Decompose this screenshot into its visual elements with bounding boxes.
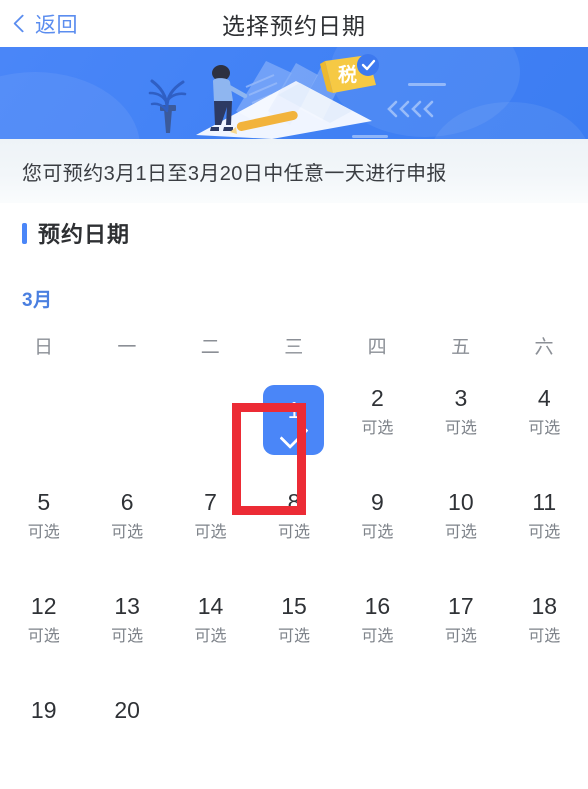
day-number: 6 [120,489,134,515]
weekday-label-3: 三 [284,337,304,358]
day-availability-label: 可选 [361,420,394,437]
day-number: 14 [197,593,224,619]
day-number: 20 [114,697,140,723]
calendar-day-5[interactable]: 5 可选 [2,477,85,581]
calendar-day-2[interactable]: 2 可选 [336,373,419,477]
day-number: 13 [114,593,140,619]
section-header: 预约日期 [0,203,588,263]
calendar-day-3[interactable]: 3 可选 [419,373,502,477]
calendar-day-15[interactable]: 15 可选 [252,581,335,685]
line-decoration [352,83,446,138]
day-availability-label: 可选 [27,628,60,645]
section-accent-bar [22,222,27,244]
back-button-label: 返回 [35,13,78,37]
calendar-day-8[interactable]: 8 可选 [252,477,335,581]
day-number: 5 [37,489,51,515]
day-availability-label: 可选 [277,628,310,645]
calendar-day-18[interactable]: 18 可选 [503,581,586,685]
calendar-day-9[interactable]: 9 可选 [336,477,419,581]
day-availability-label: 可选 [361,628,394,645]
weekday-label-2: 二 [200,337,221,358]
calendar-day-19[interactable]: 19 [2,685,85,789]
weekday-label-0: 日 [33,337,54,358]
day-availability-label: 可选 [444,420,477,437]
calendar-day-4[interactable]: 4 可选 [503,373,586,477]
day-number: 10 [448,489,474,515]
month-row: 3月 [0,263,588,318]
calendar-day-13[interactable]: 13 可选 [85,581,168,685]
weekday-label-6: 六 [534,337,555,358]
calendar-day-6[interactable]: 6 可选 [85,477,168,581]
day-availability-label: 可选 [27,524,60,541]
day-number: 11 [532,489,557,515]
day-availability-label: 可选 [111,628,144,645]
day-number: 7 [204,489,217,515]
day-availability-label: 可选 [444,628,477,645]
weekday-label-4: 四 [367,337,388,358]
day-number: 15 [281,593,307,619]
svg-text:税: 税 [338,63,357,86]
notice-bar: 您可预约3月1日至3月20日中任意一天进行申报 [0,139,588,203]
day-availability-label: 可选 [528,420,561,437]
day-number: 8 [287,489,301,515]
page-title: 选择预约日期 [222,12,366,39]
section-title: 预约日期 [38,222,131,247]
day-number: 17 [448,593,474,619]
day-availability-label: 可选 [528,524,561,541]
calendar-day-10[interactable]: 10 可选 [419,477,502,581]
day-number: 16 [364,593,391,619]
day-availability-label: 可选 [194,524,227,541]
day-number: 12 [30,593,57,619]
tax-badge-icon: 税 [320,54,379,93]
calendar: 3月 日一二三四五六 1 2 可选 3 可选 4 可选 5 可选 6 可选 7 可选 8 可选 9 可选 10 可选… [0,263,588,789]
chevron-decoration [387,100,434,118]
check-icon [279,419,309,449]
banner-illustration: 税 [148,54,446,139]
calendar-grid: 1 2 可选 3 可选 4 可选 5 可选 6 可选 7 可选 8 可选 9 可选 10 可选 11 可选 12 可选 13 可… [0,373,588,789]
promo-banner: 税 [0,47,588,139]
navigation-bar: 返回 选择预约日期 [0,0,588,47]
month-label: 3月 [22,290,53,311]
calendar-day-7[interactable]: 7 可选 [169,477,252,581]
day-availability-label: 可选 [194,628,227,645]
calendar-day-12[interactable]: 12 可选 [2,581,85,685]
day-availability-label: 可选 [528,628,561,645]
weekday-label-5: 五 [451,337,471,358]
selected-day-number: 1 [287,396,301,423]
notice-text: 您可预约3月1日至3月20日中任意一天进行申报 [22,162,447,185]
back-button[interactable]: 返回 [13,9,78,39]
weekday-label-1: 一 [117,337,137,358]
day-availability-label: 可选 [444,524,477,541]
calendar-day-11[interactable]: 11 可选 [503,477,586,581]
day-number: 3 [454,385,468,411]
calendar-day-17[interactable]: 17 可选 [419,581,502,685]
plant-icon [148,79,187,133]
selected-day-box[interactable]: 1 [263,385,325,455]
day-availability-label: 可选 [277,524,310,541]
day-availability-label: 可选 [111,524,144,541]
day-number: 19 [30,697,57,723]
calendar-day-14[interactable]: 14 可选 [169,581,252,685]
day-availability-label: 可选 [361,524,394,541]
chevron-left-icon [13,14,32,33]
day-number: 18 [531,593,558,619]
calendar-day-20[interactable]: 20 [85,685,168,789]
day-number: 9 [371,489,384,515]
calendar-day-1[interactable]: 1 [252,373,335,477]
day-number: 2 [371,385,384,411]
calendar-day-16[interactable]: 16 可选 [336,581,419,685]
day-number: 4 [537,385,551,411]
weekday-header: 日一二三四五六 [0,318,588,359]
